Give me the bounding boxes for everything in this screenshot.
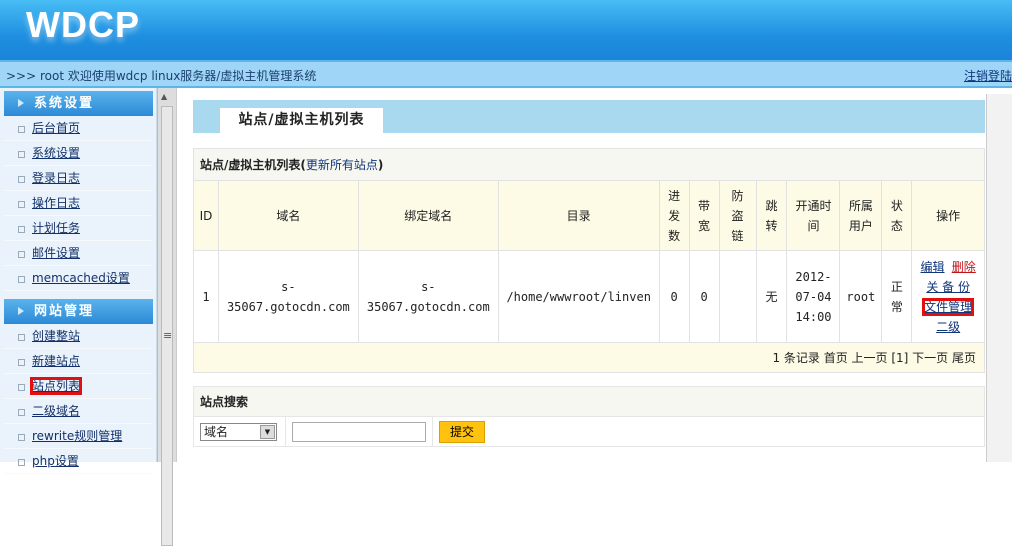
sidebar-link[interactable]: memcached设置: [32, 271, 130, 285]
sidebar-link[interactable]: php设置: [32, 454, 79, 468]
sidebar-item-subdomain[interactable]: 二级域名: [4, 399, 153, 424]
sidebar-link[interactable]: 二级域名: [32, 404, 80, 418]
sidebar-item-rewrite[interactable]: rewrite规则管理: [4, 424, 153, 449]
cell-bw: 0: [688, 250, 720, 343]
sidebar-link[interactable]: 站点列表: [29, 377, 83, 395]
sidebar-link[interactable]: 计划任务: [32, 221, 80, 235]
sidebar-item-memcached[interactable]: memcached设置: [4, 266, 153, 291]
sidebar-link[interactable]: 登录日志: [32, 171, 80, 185]
sidebar: 系统设置 后台首页 系统设置 登录日志 操作日志 计划任务 邮件设置 memca…: [0, 88, 157, 474]
table-caption: 站点/虚拟主机列表(更新所有站点): [193, 148, 985, 181]
sidebar-item-create-full[interactable]: 创建整站: [4, 324, 153, 349]
sidebar-item-mail[interactable]: 邮件设置: [4, 241, 153, 266]
cell-status: 正常: [881, 250, 913, 343]
cell-user: root: [839, 250, 883, 343]
sidebar-link[interactable]: 邮件设置: [32, 246, 80, 260]
col-redirect: 跳转: [755, 180, 788, 251]
cell-bind: s-35067.gotocdn.com: [357, 250, 499, 343]
cell-time: 2012-07-04 14:00: [786, 250, 841, 343]
chevron-down-icon[interactable]: ▼: [260, 424, 275, 439]
sidebar-item-site-list[interactable]: 站点列表: [4, 374, 153, 399]
sidebar-item-new-site[interactable]: 新建站点: [4, 349, 153, 374]
col-hotlink: 防盗链: [718, 180, 757, 251]
sidebar-section-sites[interactable]: 网站管理: [4, 299, 153, 324]
caption-text: 站点/虚拟主机列表: [200, 157, 301, 172]
tab-site-list[interactable]: 站点/虚拟主机列表: [220, 108, 383, 133]
cell-ops: 编辑 删除 关 备 份 文件管理 二级: [911, 250, 985, 343]
cell-dir: /home/wwwroot/linven: [497, 250, 660, 343]
search-title: 站点搜索: [193, 386, 985, 417]
col-conn: 进发数: [658, 180, 690, 251]
col-domain: 域名: [217, 180, 359, 251]
sidebar-link[interactable]: rewrite规则管理: [32, 429, 122, 443]
scrollbar-thumb[interactable]: [161, 106, 173, 546]
sidebar-link[interactable]: 创建整站: [32, 329, 80, 343]
main-scrollbar[interactable]: [986, 94, 1012, 462]
subdomain-link[interactable]: 二级: [936, 320, 960, 334]
sidebar-item-op-log[interactable]: 操作日志: [4, 191, 153, 216]
col-time: 开通时间: [786, 180, 841, 251]
sidebar-item-settings[interactable]: 系统设置: [4, 141, 153, 166]
cell-domain: s-35067.gotocdn.com: [217, 250, 359, 343]
logout-link[interactable]: 注销登陆: [964, 67, 1012, 84]
delete-link[interactable]: 删除: [952, 260, 976, 274]
sidebar-item-cron[interactable]: 计划任务: [4, 216, 153, 241]
sidebar-link[interactable]: 后台首页: [32, 121, 80, 135]
cell-hotlink: [718, 250, 757, 343]
col-bw: 带宽: [688, 180, 720, 251]
top-bar: >>> root 欢迎使用wdcp linux服务器/虚拟主机管理系统 注销登陆: [0, 60, 1012, 88]
sidebar-item-home[interactable]: 后台首页: [4, 116, 153, 141]
sidebar-link[interactable]: 系统设置: [32, 146, 80, 160]
col-status: 状态: [881, 180, 913, 251]
welcome-text: >>> root 欢迎使用wdcp linux服务器/虚拟主机管理系统: [6, 69, 317, 83]
backup-link[interactable]: 关 备 份: [926, 280, 970, 294]
cell-redirect: 无: [755, 250, 788, 343]
splitter-grip-icon[interactable]: ≡: [163, 329, 172, 342]
logo: WDCP: [26, 4, 140, 45]
submit-button[interactable]: 提交: [439, 420, 485, 443]
col-ops: 操作: [911, 180, 985, 251]
site-search: 站点搜索 域名 ▼ 提交: [193, 386, 985, 447]
col-dir: 目录: [497, 180, 660, 251]
header: WDCP: [0, 0, 1012, 60]
main-content: 站点/虚拟主机列表 站点/虚拟主机列表(更新所有站点) ID 域名 绑定域名 目…: [178, 88, 1012, 462]
update-all-sites-link[interactable]: 更新所有站点: [306, 158, 378, 172]
table-header: ID 域名 绑定域名 目录 进发数 带宽 防盗链 跳转 开通时间 所属用户 状态…: [193, 180, 985, 251]
col-bind: 绑定域名: [357, 180, 499, 251]
file-manager-link[interactable]: 文件管理: [922, 297, 975, 316]
sidebar-item-login-log[interactable]: 登录日志: [4, 166, 153, 191]
scroll-up-arrow-icon[interactable]: ▲: [161, 92, 167, 101]
search-input[interactable]: [292, 421, 426, 442]
title-box: 站点/虚拟主机列表: [193, 100, 985, 133]
sidebar-scrollbar[interactable]: ▲ ≡: [157, 88, 177, 546]
select-value: 域名: [204, 424, 229, 439]
table-row: 1 s-35067.gotocdn.com s-35067.gotocdn.co…: [193, 250, 985, 343]
search-field-select[interactable]: 域名 ▼: [200, 422, 277, 441]
col-id: ID: [193, 180, 219, 251]
pagination[interactable]: 1 条记录 首页 上一页 [1] 下一页 尾页: [193, 342, 985, 373]
sidebar-link[interactable]: 新建站点: [32, 354, 80, 368]
cell-conn: 0: [658, 250, 690, 343]
site-table: 站点/虚拟主机列表(更新所有站点) ID 域名 绑定域名 目录 进发数 带宽 防…: [193, 148, 985, 373]
col-user: 所属用户: [839, 180, 883, 251]
edit-link[interactable]: 编辑: [921, 260, 945, 274]
sidebar-link[interactable]: 操作日志: [32, 196, 80, 210]
sidebar-section-system[interactable]: 系统设置: [4, 91, 153, 116]
cell-id: 1: [193, 250, 219, 343]
